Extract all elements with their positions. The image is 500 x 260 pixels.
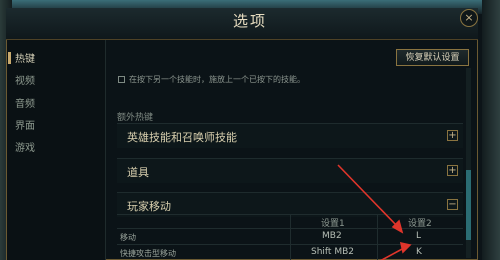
annotation-arrow-up	[337, 164, 399, 228]
annotation-arrow-low	[380, 247, 405, 260]
annotation-arrowhead	[399, 241, 412, 254]
annotation-arrows	[337, 164, 412, 260]
